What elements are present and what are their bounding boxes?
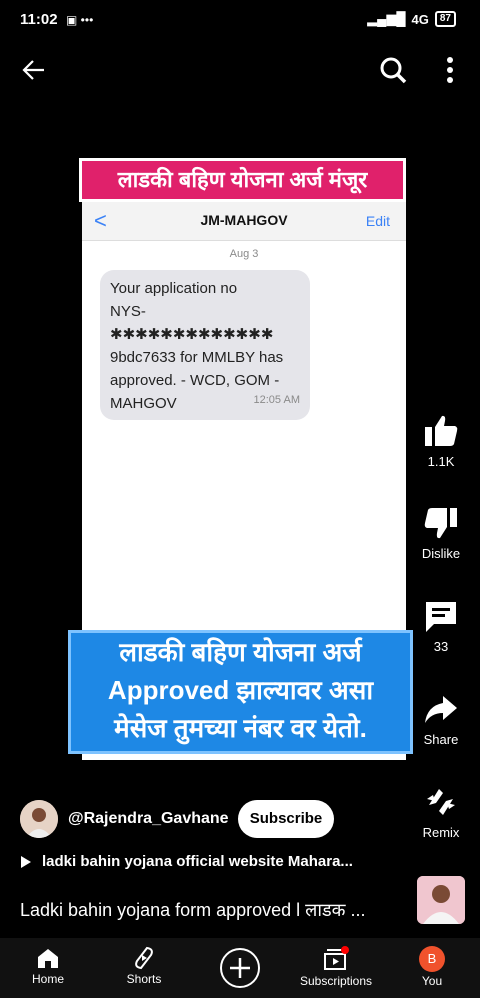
video-title[interactable]: Ladki bahin yojana form approved l लाडक …: [20, 898, 366, 922]
shorts-icon: [135, 946, 153, 970]
subscriptions-icon: [324, 946, 349, 970]
top-bar: [0, 46, 480, 94]
signal-icon: ▂▄▆█: [367, 11, 406, 26]
dislike-label: Dislike: [421, 546, 461, 561]
share-button[interactable]: Share: [410, 692, 472, 747]
remix-button[interactable]: Remix: [410, 785, 472, 840]
nav-you-label: You: [421, 974, 443, 988]
comments-button[interactable]: 33: [410, 599, 472, 654]
battery-icon: 87: [434, 11, 456, 27]
playlist-text: ladki bahin yojana official website Maha…: [42, 853, 353, 870]
banner-line-3: मेसेज तुमच्या नंबर वर येतो.: [114, 713, 367, 743]
share-label: Share: [423, 732, 459, 747]
sound-thumbnail[interactable]: [417, 876, 465, 924]
bottom-nav: Home Shorts Subscriptions B You: [0, 938, 480, 998]
sms-date: Aug 3: [229, 248, 259, 260]
like-button[interactable]: 1.1K: [410, 414, 472, 469]
banner-line-1: लाडकी बहिण योजना अर्ज: [119, 637, 362, 667]
nav-shorts-label: Shorts: [126, 972, 162, 986]
nav-create[interactable]: [192, 938, 288, 991]
dislike-button[interactable]: Dislike: [410, 506, 472, 561]
nav-home[interactable]: Home: [0, 938, 96, 986]
nav-shorts[interactable]: Shorts: [96, 938, 192, 986]
sms-sender: JM-MAHGOV: [200, 212, 288, 228]
search-icon[interactable]: [378, 55, 408, 85]
sms-header: < JM-MAHGOV Edit: [82, 202, 406, 241]
thumbs-down-icon: [424, 508, 457, 539]
status-right: ▂▄▆█ 4G 87: [367, 11, 456, 27]
person-avatar-icon: [20, 800, 58, 838]
nav-subscriptions[interactable]: Subscriptions: [288, 938, 384, 988]
video-bottom-banner: लाडकी बहिण योजना अर्ज Approved झाल्यावर …: [68, 630, 413, 754]
video-top-banner: लाडकी बहिण योजना अर्ज मंजूर: [79, 158, 406, 202]
subscribe-button[interactable]: Subscribe: [238, 800, 334, 838]
share-icon: [425, 696, 457, 723]
create-plus-icon: [220, 948, 260, 988]
like-count: 1.1K: [427, 454, 455, 469]
remix-label: Remix: [422, 825, 460, 840]
playlist-link[interactable]: ladki bahin yojana official website Maha…: [20, 853, 353, 870]
channel-name[interactable]: @Rajendra_Gavhane: [68, 810, 229, 828]
home-icon: [38, 949, 58, 968]
remix-icon: [427, 789, 455, 815]
you-avatar: B: [419, 946, 445, 972]
thumbs-up-icon: [425, 415, 458, 446]
nav-subscriptions-label: Subscriptions: [299, 974, 373, 988]
channel-avatar[interactable]: [20, 800, 58, 838]
message-notification-icon: ▣ •••: [66, 13, 94, 27]
back-arrow-icon[interactable]: [20, 56, 48, 84]
comments-count: 33: [433, 639, 449, 654]
network-type: 4G: [411, 11, 429, 27]
nav-home-label: Home: [31, 972, 64, 986]
play-icon: [21, 855, 31, 868]
status-time: 11:02: [20, 11, 58, 28]
sms-bubble: Your application no NYS-✱✱✱✱✱✱✱✱✱✱✱✱✱ 9b…: [100, 270, 310, 420]
sms-edit: Edit: [365, 213, 390, 229]
nav-you[interactable]: B You: [384, 938, 480, 988]
sms-time: 12:05 AM: [253, 394, 300, 406]
status-bar: 11:02 ▣ ••• ▂▄▆█ 4G 87: [0, 0, 480, 42]
banner-line-2: Approved झाल्यावर असा: [107, 675, 374, 705]
more-vert-icon[interactable]: [440, 55, 460, 85]
person-thumbnail-icon: [417, 876, 465, 924]
comment-icon: [426, 602, 456, 632]
